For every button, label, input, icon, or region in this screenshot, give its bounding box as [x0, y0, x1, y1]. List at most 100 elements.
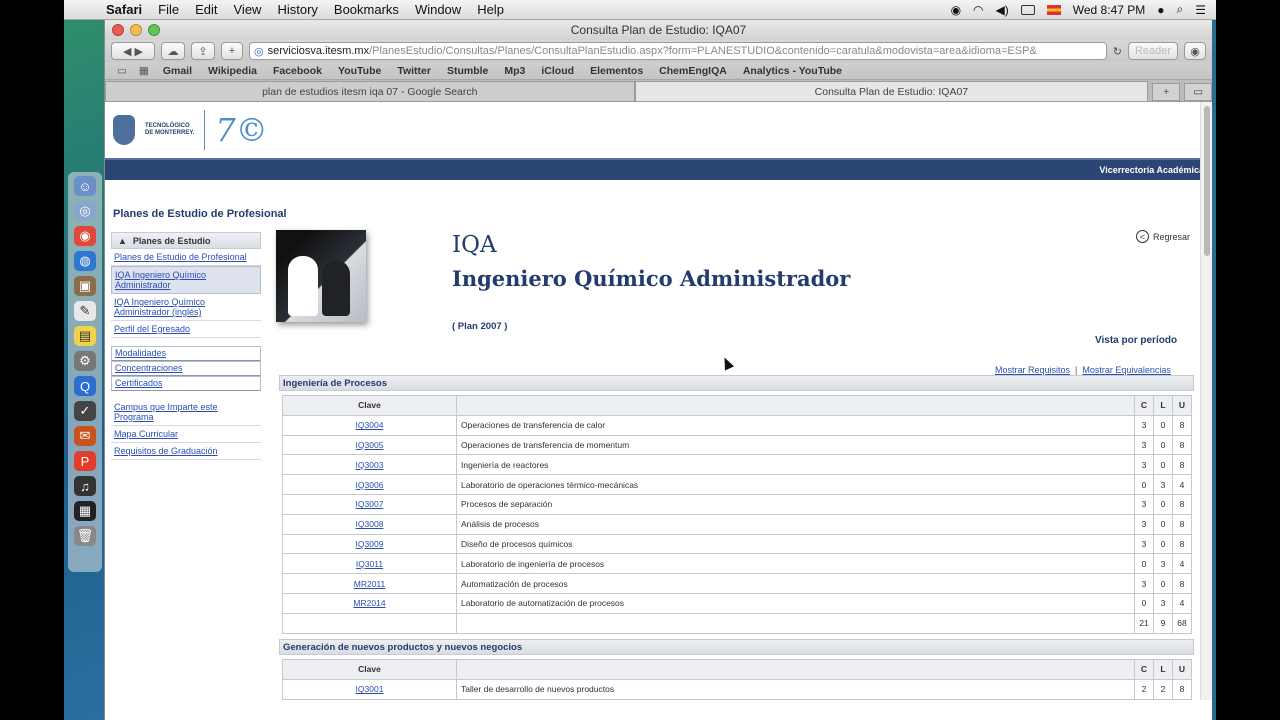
sidebar-item-iqa[interactable]: IQA Ingeniero Químico Administrador	[111, 266, 261, 294]
bookmark-icloud[interactable]: iCloud	[533, 65, 582, 77]
bookmark-wikipedia[interactable]: Wikipedia	[200, 65, 265, 77]
tab-overview-icon[interactable]: ▭	[1184, 83, 1212, 101]
sidebar-box-concentraciones[interactable]: Concentraciones	[111, 361, 261, 376]
menu-bookmarks[interactable]: Bookmarks	[326, 2, 407, 17]
course-code-link[interactable]: IQ3008	[282, 513, 457, 535]
course-code-link[interactable]: IQ3001	[282, 678, 457, 700]
bookmark-chemengiqa[interactable]: ChemEngIQA	[651, 65, 735, 77]
clock[interactable]: Wed 8:47 PM	[1073, 3, 1145, 17]
sidebar-link-mapa[interactable]: Mapa Curricular	[111, 426, 261, 443]
add-bookmark-button[interactable]: +	[221, 42, 243, 60]
chrome-icon[interactable]: ◉	[74, 226, 96, 246]
window-titlebar: Consulta Plan de Estudio: IQA07	[105, 20, 1212, 40]
scrollbar-thumb[interactable]	[1204, 106, 1210, 256]
tab-google-search[interactable]: plan de estudios itesm iqa 07 - Google S…	[105, 81, 635, 101]
appstore-icon[interactable]: ◍	[74, 251, 96, 271]
menu-view[interactable]: View	[226, 2, 270, 17]
bookmark-analytics[interactable]: Analytics - YouTube	[735, 65, 850, 77]
course-code-link[interactable]: IQ3007	[282, 493, 457, 515]
share-icon[interactable]: ⇪	[191, 42, 215, 60]
reload-icon[interactable]: ↻	[1113, 45, 1122, 58]
back-link[interactable]: < Regresar	[1136, 230, 1190, 243]
bookmark-stumble[interactable]: Stumble	[439, 65, 496, 77]
sidebar-box-certificados[interactable]: Certificados	[111, 376, 261, 391]
finder-icon[interactable]: ☺	[74, 176, 96, 196]
sidebar-item-iqa-ingles[interactable]: IQA Ingeniero Químico Administrador (ing…	[111, 294, 261, 321]
top-sites-icon[interactable]: ▦	[133, 65, 155, 77]
sidebar-header[interactable]: ▲ Planes de Estudio	[111, 232, 261, 249]
battery-icon[interactable]	[1020, 4, 1035, 15]
course-code-link[interactable]: IQ3011	[282, 553, 457, 575]
col-clave: Clave	[282, 659, 457, 680]
downloads-icon[interactable]: ◉	[1184, 42, 1206, 60]
textedit-icon[interactable]: ✎	[74, 301, 96, 321]
back-forward-buttons[interactable]: ◀ ▶	[111, 42, 155, 60]
menu-file[interactable]: File	[150, 2, 187, 17]
menu-app[interactable]: Safari	[98, 2, 150, 17]
reading-list-icon[interactable]: ▭	[111, 65, 133, 77]
bookmark-youtube[interactable]: YouTube	[330, 65, 389, 77]
bookmark-mp3[interactable]: Mp3	[496, 65, 533, 77]
sidebar-box-modalidades[interactable]: Modalidades	[111, 346, 261, 361]
imovie-icon[interactable]: ▦	[74, 501, 96, 521]
course-code-link[interactable]: MR2011	[282, 573, 457, 594]
url-field[interactable]: ◎ serviciosva.itesm.mx /PlanesEstudio/Co…	[249, 42, 1107, 60]
wifi-icon[interactable]: ◠	[973, 3, 983, 17]
page-scrollbar[interactable]	[1200, 102, 1212, 700]
mail-icon[interactable]: ✉	[74, 426, 96, 446]
menu-window[interactable]: Window	[407, 2, 469, 17]
course-code-link[interactable]: IQ3006	[282, 474, 457, 495]
minimize-button[interactable]	[130, 24, 142, 36]
course-code-link[interactable]: IQ3004	[282, 414, 457, 436]
safari-icon[interactable]: ◎	[74, 201, 96, 221]
table-header-row: Clave C L U	[282, 659, 1192, 680]
totals-row: 21 9 68	[282, 612, 1192, 634]
timemachine-icon[interactable]: ◉	[951, 3, 961, 17]
input-flag-icon[interactable]	[1046, 4, 1061, 15]
show-equivalences-link[interactable]: Mostrar Equivalencias	[1082, 365, 1171, 375]
course-name: Ingeniería de reactores	[456, 454, 1135, 476]
user-icon[interactable]: ●	[1157, 3, 1164, 17]
bookmark-elementos[interactable]: Elementos	[582, 65, 651, 77]
search-icon[interactable]: ⌕	[1177, 2, 1184, 17]
table-row: IQ3005 Operaciones de transferencia de mo…	[282, 434, 1192, 456]
menu-edit[interactable]: Edit	[187, 2, 225, 17]
menu-help[interactable]: Help	[469, 2, 512, 17]
bookmark-facebook[interactable]: Facebook	[265, 65, 330, 77]
col-l: L	[1153, 659, 1173, 680]
itunes-icon[interactable]: ♫	[74, 476, 96, 496]
bookmark-gmail[interactable]: Gmail	[155, 65, 200, 77]
photo-icon[interactable]: ▣	[74, 276, 96, 296]
preview-icon[interactable]: ✓	[74, 401, 96, 421]
table-row: MR2011 Automatización de procesos 3 0 8	[282, 573, 1192, 594]
sidebar-link-campus[interactable]: Campus que Imparte este Programa	[111, 399, 261, 426]
notes-icon[interactable]: ▤	[74, 326, 96, 346]
bookmark-twitter[interactable]: Twitter	[389, 65, 439, 77]
reader-button[interactable]: Reader	[1128, 42, 1178, 60]
sidebar-item-planes[interactable]: Planes de Estudio de Profesional	[111, 249, 261, 266]
course-code-link[interactable]: IQ3003	[282, 454, 457, 476]
zoom-button[interactable]	[148, 24, 160, 36]
menu-history[interactable]: History	[269, 2, 325, 17]
course-c: 0	[1134, 553, 1154, 575]
course-code-link[interactable]: MR2014	[282, 592, 457, 614]
new-tab-button[interactable]: +	[1152, 83, 1181, 101]
trash-icon[interactable]: 🗑	[74, 526, 96, 546]
show-requirements-link[interactable]: Mostrar Requisitos	[995, 365, 1070, 375]
course-code-link[interactable]: IQ3005	[282, 434, 457, 456]
icloud-tabs-icon[interactable]: ☁	[161, 42, 185, 60]
settings-icon[interactable]: ⚙	[74, 351, 96, 371]
mouse-cursor	[719, 355, 735, 371]
quicktime-icon[interactable]: Q	[74, 376, 96, 396]
col-u: U	[1172, 395, 1192, 416]
notification-list-icon[interactable]: ☰	[1195, 3, 1206, 17]
course-code-link[interactable]: IQ3009	[282, 533, 457, 555]
sidebar: ▲ Planes de Estudio Planes de Estudio de…	[111, 232, 261, 460]
tab-consulta-plan[interactable]: Consulta Plan de Estudio: IQA07	[634, 81, 1149, 101]
browser-toolbar: ◀ ▶ ☁ ⇪ + ◎ serviciosva.itesm.mx /Planes…	[105, 40, 1212, 62]
volume-icon[interactable]: ◀)	[996, 3, 1009, 17]
sidebar-link-requisitos[interactable]: Requisitos de Graduación	[111, 443, 261, 460]
powerpoint-icon[interactable]: P	[74, 451, 96, 471]
close-button[interactable]	[112, 24, 124, 36]
sidebar-item-perfil[interactable]: Perfil del Egresado	[111, 321, 261, 338]
